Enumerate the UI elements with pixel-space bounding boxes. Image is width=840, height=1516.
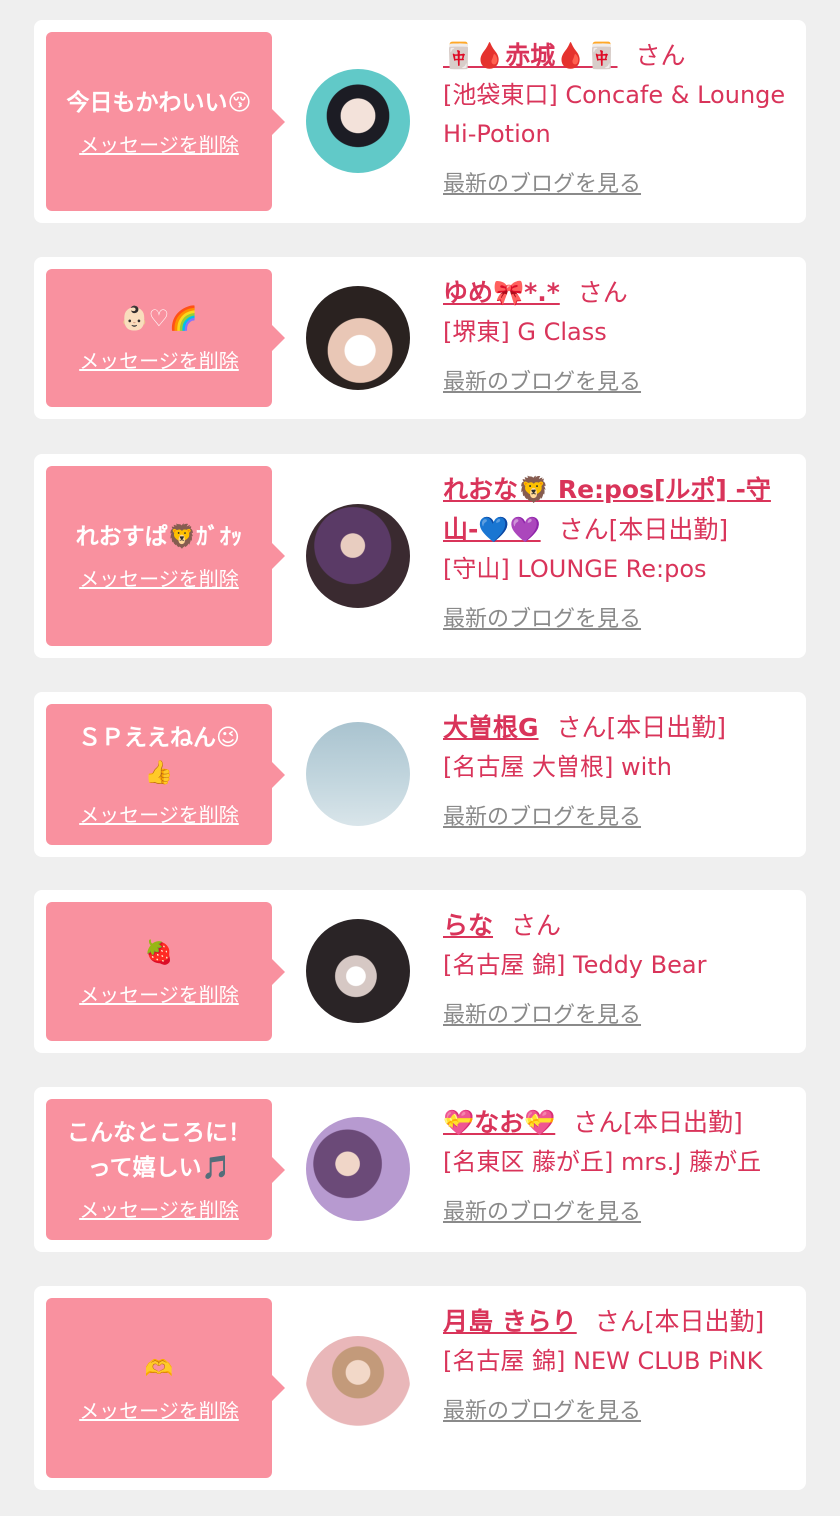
latest-blog-link[interactable]: 最新のブログを見る [443, 997, 641, 1029]
message-card: こんなところに！ って嬉しい🎵 メッセージを削除 💝なお💝 さん[本日出勤] [名… [34, 1087, 806, 1252]
honorific-label: さん [511, 911, 562, 940]
message-text: 🍓 [144, 939, 174, 966]
attendance-status: [本日出勤] [606, 713, 727, 742]
no-photo-avatar[interactable] [306, 722, 410, 826]
message-list: 今日もかわいい😚 メッセージを削除 🀄🩸赤城🩸🀄 さん [池袋東口] Concaf… [0, 0, 840, 1516]
honorific-label: さん [556, 713, 607, 742]
honorific-label: さん [577, 278, 628, 307]
message-card: 今日もかわいい😚 メッセージを削除 🀄🩸赤城🩸🀄 さん [池袋東口] Concaf… [34, 20, 806, 223]
shop-name: [池袋東口] Concafe & Lounge Hi-Potion [443, 81, 786, 148]
cast-name-link[interactable]: らな [443, 911, 493, 940]
message-text: こんなところに！ って嬉しい🎵 [67, 1120, 251, 1181]
shop-name: [名古屋 錦] Teddy Bear [443, 951, 707, 979]
delete-message-link[interactable]: メッセージを削除 [79, 345, 239, 374]
attendance-status: [本日出勤] [623, 1108, 743, 1137]
avatar[interactable] [306, 919, 410, 1023]
avatar[interactable] [306, 286, 410, 390]
shop-name: [名古屋 錦] NEW CLUB PiNK [443, 1347, 763, 1375]
cast-name-link[interactable]: 大曽根G [443, 713, 539, 742]
latest-blog-link[interactable]: 最新のブログを見る [443, 1393, 641, 1425]
message-bubble: こんなところに！ って嬉しい🎵 メッセージを削除 [46, 1099, 285, 1240]
latest-blog-link[interactable]: 最新のブログを見る [443, 166, 641, 198]
message-text: ＳＰええねん😉 👍 [78, 725, 240, 786]
message-bubble: 🫶 メッセージを削除 [46, 1298, 285, 1478]
message-card: ＳＰええねん😉 👍 メッセージを削除 大曽根G さん[本日出勤] [名古屋 大曽根… [34, 692, 806, 857]
delete-message-link[interactable]: メッセージを削除 [79, 1194, 239, 1223]
delete-message-link[interactable]: メッセージを削除 [79, 799, 239, 828]
message-text: 🫶 [144, 1356, 174, 1382]
delete-message-link[interactable]: メッセージを削除 [79, 979, 239, 1008]
message-bubble: れおすぱ🦁ｶﾞｵｯ メッセージを削除 [46, 466, 285, 646]
latest-blog-link[interactable]: 最新のブログを見る [443, 364, 641, 396]
cast-name-link[interactable]: ゆめ🎀*.* [443, 278, 560, 307]
message-text: 今日もかわいい😚 [66, 89, 252, 116]
cast-name-link[interactable]: 💝なお💝 [443, 1108, 555, 1137]
honorific-label: さん [573, 1108, 624, 1137]
message-text: 👶🏻♡🌈 [120, 306, 198, 332]
delete-message-link[interactable]: メッセージを削除 [79, 563, 239, 592]
cast-name-link[interactable]: 月島 きらり [443, 1307, 577, 1336]
shop-name: [名東区 藤が丘] mrs.J 藤が丘 [443, 1148, 762, 1176]
message-bubble: 🍓 メッセージを削除 [46, 902, 285, 1041]
attendance-status: [本日出勤] [608, 515, 729, 544]
message-text: れおすぱ🦁ｶﾞｵｯ [75, 524, 243, 550]
message-bubble: 今日もかわいい😚 メッセージを削除 [46, 32, 285, 211]
avatar[interactable] [306, 1336, 410, 1440]
latest-blog-link[interactable]: 最新のブログを見る [443, 799, 641, 831]
delete-message-link[interactable]: メッセージを削除 [79, 1395, 239, 1424]
honorific-label: さん [635, 41, 686, 70]
avatar[interactable] [306, 504, 410, 608]
latest-blog-link[interactable]: 最新のブログを見る [443, 1194, 641, 1226]
delete-message-link[interactable]: メッセージを削除 [79, 129, 239, 158]
latest-blog-link[interactable]: 最新のブログを見る [443, 601, 641, 633]
message-card: 👶🏻♡🌈 メッセージを削除 ゆめ🎀*.* さん [堺東] G Class 最新のブ… [34, 257, 806, 419]
message-bubble: 👶🏻♡🌈 メッセージを削除 [46, 269, 285, 407]
shop-name: [名古屋 大曽根] with [443, 753, 672, 781]
message-card: 🫶 メッセージを削除 月島 きらり さん[本日出勤] [名古屋 錦] NEW CL… [34, 1286, 806, 1490]
shop-name: [守山] LOUNGE Re:pos [443, 555, 707, 583]
shop-name: [堺東] G Class [443, 318, 607, 346]
message-card: れおすぱ🦁ｶﾞｵｯ メッセージを削除 れおな🦁 Re:pos[ルポ] -守山-💙… [34, 454, 806, 658]
honorific-label: さん [558, 515, 609, 544]
message-bubble: ＳＰええねん😉 👍 メッセージを削除 [46, 704, 285, 845]
message-card: 🍓 メッセージを削除 らな さん [名古屋 錦] Teddy Bear 最新のブロ… [34, 890, 806, 1053]
honorific-label: さん [594, 1307, 645, 1336]
avatar[interactable] [306, 1117, 410, 1221]
attendance-status: [本日出勤] [644, 1307, 765, 1336]
avatar[interactable] [306, 69, 410, 173]
cast-name-link[interactable]: 🀄🩸赤城🩸🀄 [443, 41, 618, 70]
